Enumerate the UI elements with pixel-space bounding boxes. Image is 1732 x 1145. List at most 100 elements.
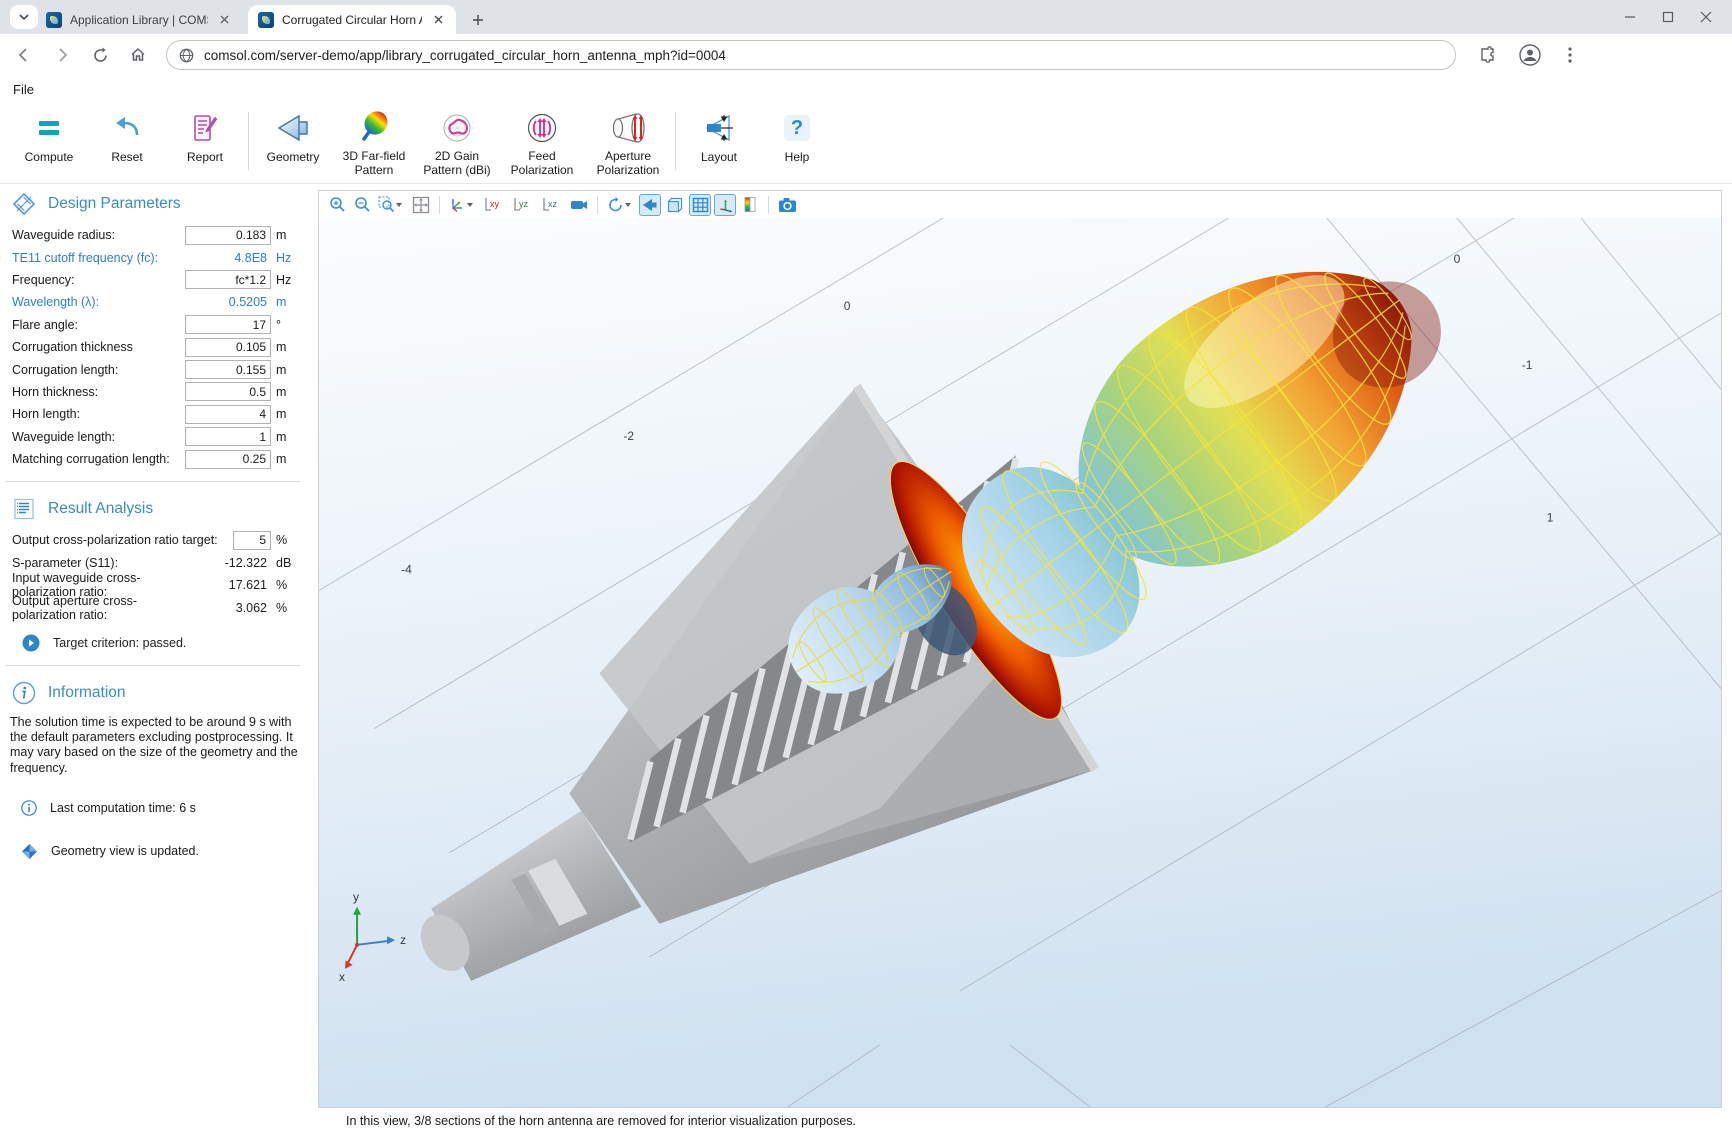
window-minimize-button[interactable] — [1624, 11, 1636, 23]
param-row: Matching corrugation length: m — [0, 448, 306, 470]
tab-close-icon[interactable] — [216, 12, 232, 28]
show-geometry-toggle[interactable] — [639, 194, 661, 216]
extensions-icon[interactable] — [1478, 46, 1497, 65]
horn-thickness-input[interactable] — [185, 382, 271, 401]
svg-text:xz: xz — [548, 199, 558, 209]
zoom-out-button[interactable] — [351, 194, 373, 216]
help-icon: ? — [784, 108, 810, 148]
go-to-view-button[interactable] — [447, 194, 478, 216]
svg-text:xy: xy — [490, 199, 500, 209]
aperture-polarization-icon — [608, 108, 648, 147]
toolbar-separator — [248, 112, 249, 170]
information-icon — [12, 681, 36, 705]
frequency-input[interactable] — [185, 270, 271, 289]
param-row: Waveguide radius: m — [0, 224, 306, 246]
status-play-icon — [22, 634, 40, 652]
browser-menu-icon[interactable] — [1563, 47, 1577, 63]
tab-search-button[interactable] — [10, 5, 38, 29]
help-button[interactable]: ? Help — [758, 100, 836, 178]
svg-text:yz: yz — [519, 199, 529, 209]
ribbon-divider — [0, 183, 1732, 184]
zoom-box-button[interactable] — [376, 194, 407, 216]
sidebar: Design Parameters Waveguide radius: m TE… — [0, 186, 306, 860]
report-icon — [188, 108, 222, 148]
home-button[interactable] — [124, 41, 152, 69]
toolbar-separator — [597, 196, 598, 214]
window-close-button[interactable] — [1700, 11, 1712, 23]
geometry-button[interactable]: Geometry — [253, 100, 333, 178]
comsol-favicon — [258, 12, 274, 28]
transparency-toggle[interactable] — [664, 194, 686, 216]
last-computation-row: Last computation time: 6 s — [0, 800, 306, 816]
comsol-favicon — [46, 12, 62, 28]
file-menu[interactable]: File — [13, 82, 34, 97]
grid-toggle[interactable] — [689, 194, 711, 216]
param-row: Waveguide length: m — [0, 426, 306, 448]
site-info-icon[interactable] — [179, 48, 194, 63]
aperture-polarization-button[interactable]: Aperture Polarization — [585, 100, 671, 178]
url-bar[interactable]: comsol.com/server-demo/app/library_corru… — [166, 40, 1456, 70]
section-title: Information — [48, 684, 126, 702]
waveguide-radius-input[interactable] — [185, 226, 271, 245]
layout-button[interactable]: Layout — [680, 100, 758, 178]
svg-text:0: 0 — [844, 299, 851, 313]
scene-light-button[interactable] — [568, 194, 590, 216]
flare-angle-input[interactable] — [185, 315, 271, 334]
view-caption: In this view, 3/8 sections of the horn a… — [346, 1114, 856, 1128]
reset-button[interactable]: Reset — [88, 100, 166, 178]
waveguide-length-input[interactable] — [185, 427, 271, 446]
compute-button[interactable]: Compute — [10, 100, 88, 178]
feed-polarization-icon — [524, 108, 560, 147]
view-xz-button[interactable]: xz — [539, 194, 565, 216]
svg-text:z: z — [400, 933, 406, 947]
compute-icon — [32, 108, 66, 148]
corrugation-thickness-input[interactable] — [185, 338, 271, 357]
rotate-view-button[interactable] — [605, 194, 636, 216]
tab-application-library[interactable]: Application Library | COMSOL S — [36, 5, 242, 34]
profile-avatar-icon[interactable] — [1519, 44, 1541, 66]
matching-corrugation-length-input[interactable] — [185, 450, 271, 469]
color-legend-toggle[interactable] — [739, 194, 761, 216]
gain-2d-button[interactable]: 2D Gain Pattern (dBi) — [415, 100, 499, 178]
tab-close-icon[interactable] — [430, 12, 446, 28]
svg-text:y: y — [353, 890, 359, 904]
tab-horn-antenna[interactable]: Corrugated Circular Horn Anten — [248, 5, 456, 34]
zoom-extents-button[interactable] — [410, 194, 432, 216]
forward-button[interactable] — [48, 41, 76, 69]
feed-polarization-button[interactable]: Feed Polarization — [499, 100, 585, 178]
new-tab-button[interactable] — [466, 8, 490, 32]
app-toolbar: Compute Reset Report Geometry — [0, 100, 1732, 182]
input-cross-polarization-value: 17.621 — [185, 578, 271, 592]
back-button[interactable] — [10, 41, 38, 69]
cross-polarization-target-input[interactable] — [233, 531, 271, 550]
reload-button[interactable] — [86, 41, 114, 69]
geometry-status-text: Geometry view is updated. — [51, 844, 199, 858]
info-circle-icon — [21, 800, 37, 816]
design-parameters-icon — [12, 192, 36, 216]
view-yz-button[interactable]: yz — [510, 194, 536, 216]
toolbar-separator — [768, 196, 769, 214]
browser-address-bar: comsol.com/server-demo/app/library_corru… — [0, 34, 1732, 76]
plus-icon — [472, 14, 484, 26]
reset-icon — [110, 108, 144, 148]
zoom-in-button[interactable] — [326, 194, 348, 216]
param-row: TE11 cutoff frequency (fc): 4.8E8 Hz — [0, 246, 306, 268]
param-row: Corrugation thickness m — [0, 336, 306, 358]
axes-toggle[interactable] — [714, 194, 736, 216]
view-xy-button[interactable]: xy — [481, 194, 507, 216]
model-viewport[interactable]: 0 -2 -4 0 -1 1 — [319, 218, 1721, 1107]
information-text: The solution time is expected to be arou… — [0, 713, 306, 776]
corrugation-length-input[interactable] — [185, 360, 271, 379]
svg-text:-2: -2 — [623, 429, 634, 443]
gain-2d-icon — [439, 108, 475, 147]
dropdown-caret-icon — [467, 203, 473, 207]
far-field-3d-button[interactable]: 3D Far-field Pattern — [333, 100, 415, 178]
tab-title: Application Library | COMSOL S — [70, 13, 208, 27]
report-button[interactable]: Report — [166, 100, 244, 178]
app-menubar: File — [0, 78, 1732, 100]
param-row: Horn thickness: m — [0, 381, 306, 403]
horn-length-input[interactable] — [185, 405, 271, 424]
result-analysis-icon — [12, 497, 36, 521]
window-maximize-button[interactable] — [1662, 11, 1674, 23]
screenshot-button[interactable] — [776, 194, 799, 216]
